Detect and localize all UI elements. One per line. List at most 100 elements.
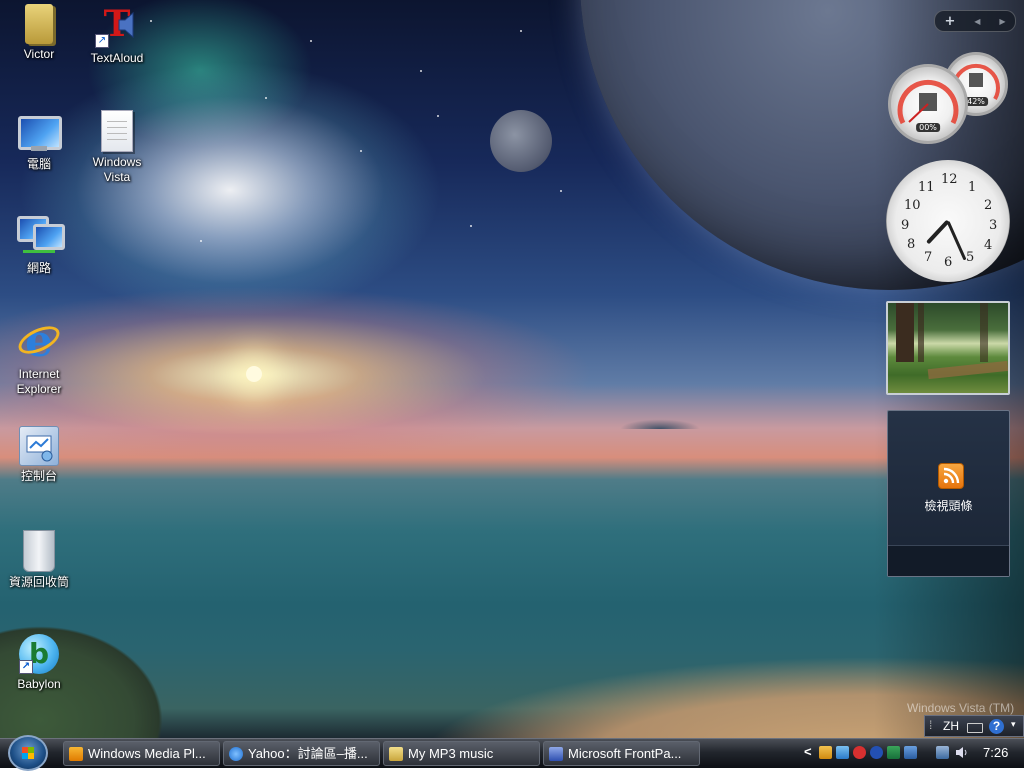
taskbar: Windows Media Pl... Yahoo：討論區–播... My MP… [0,735,1024,771]
clock-number: 3 [989,218,998,233]
desktop-icon-victor[interactable]: Victor [2,4,76,62]
tray-app-icon[interactable] [819,746,832,759]
help-icon[interactable]: ? [989,719,1004,734]
feed-headlines-gadget[interactable]: 檢視頭條 [887,410,1010,577]
desktop-icon-recycle-bin[interactable]: 資源回收筒 [2,530,76,590]
cpu-chip-icon [919,93,937,111]
desktop-icon-label: 資源回收筒 [8,575,69,589]
clock-number: 8 [907,237,916,252]
desktop-icon-label: Victor [23,47,55,61]
memory-chip-icon [969,73,983,87]
textaloud-icon: T ↗ [95,4,139,48]
taskbar-button-my-mp3-music[interactable]: My MP3 music [383,741,540,766]
taskbar-button-yahoo[interactable]: Yahoo：討論區–播... [223,741,380,766]
shortcut-arrow-icon: ↗ [19,660,33,674]
langbar-grip-icon: ⁞ [929,718,933,732]
language-indicator[interactable]: ZH [943,719,959,733]
recycle-bin-icon [23,530,55,572]
clock-number: 2 [984,198,993,213]
cpu-gauge: 00% [888,64,968,144]
babylon-icon: b ↗ [19,634,59,674]
language-bar[interactable]: ⁞ ZH ? ▾ [924,715,1024,737]
frontpage-icon [549,747,563,761]
clock-number: 10 [904,198,921,213]
desktop-icon-label: 網路 [26,261,51,275]
tray-app-icon[interactable] [887,746,900,759]
taskbar-clock[interactable]: 7:26 [983,745,1008,760]
folder-icon [389,747,403,761]
clock-number: 1 [968,180,977,195]
desktop-icon-windows-vista[interactable]: Windows Vista [80,110,154,185]
star [310,40,312,42]
user-folder-icon [25,4,53,44]
tray-app-icon[interactable] [870,746,883,759]
feed-footer [888,545,1009,576]
taskbar-button-label: My MP3 music [408,746,494,761]
rss-feed-icon [938,463,964,489]
star [420,70,422,72]
wallpaper-sun [246,366,262,382]
star [200,240,202,242]
desktop-icon-label: 電腦 [26,157,51,171]
langbar-options-icon[interactable]: ▾ [1011,719,1016,730]
keyboard-icon[interactable] [967,723,983,733]
desktop-icon-label: Windows Vista [92,155,142,184]
taskbar-button-label: Windows Media Pl... [88,746,206,761]
security-alert-icon[interactable] [853,746,866,759]
clock-hour-hand [926,219,950,245]
clock-number: 12 [941,172,958,187]
clock-number: 6 [944,255,953,270]
star [560,190,562,192]
clock-number: 11 [918,180,935,195]
computer-icon [17,110,62,154]
add-gadget-button[interactable]: + [944,14,955,29]
os-watermark: Windows Vista (TM) [907,701,1015,715]
internet-explorer-icon: e [14,320,64,364]
taskbar-button-label: Yahoo：討論區–播... [248,746,368,761]
desktop-icon-computer[interactable]: 電腦 [2,110,76,172]
desktop-icon-label: TextAloud [90,51,144,65]
star [265,97,267,99]
shortcut-arrow-icon: ↗ [95,34,109,48]
clock-number: 7 [924,250,933,265]
slideshow-photo [896,303,914,362]
media-player-icon [69,747,83,761]
taskbar-button-microsoft-frontpage[interactable]: Microsoft FrontPa... [543,741,700,766]
cpu-meter-gadget[interactable]: 42% 00% [886,50,1014,150]
desktop-icon-babylon[interactable]: b ↗ Babylon [2,634,76,692]
clock-gadget[interactable]: 12 1 2 3 4 5 6 7 8 9 10 11 [886,160,1010,282]
volume-icon[interactable] [955,746,968,759]
network-icon [17,214,65,258]
document-icon [101,110,133,152]
taskbar-button-label: Microsoft FrontPa... [568,746,682,761]
desktop-icon-label: 控制台 [20,469,57,483]
internet-explorer-icon [229,747,243,761]
sidebar-controls: + ◀ ▶ [934,10,1016,32]
desktop-icon-textaloud[interactable]: T ↗ TextAloud [80,4,154,66]
desktop-icon-label: Internet Explorer [16,367,62,396]
star [360,150,362,152]
desktop-icon-label: Babylon [17,677,61,691]
tray-app-icon[interactable] [904,746,917,759]
star [470,225,472,227]
view-headlines-link[interactable]: 檢視頭條 [888,497,1009,514]
clock-number: 5 [966,250,975,265]
slideshow-gadget[interactable] [886,301,1010,395]
start-button[interactable] [8,735,48,771]
star [437,115,439,117]
show-hidden-icons-button[interactable]: < [804,744,812,759]
network-status-icon[interactable] [936,746,949,759]
desktop-icon-control-panel[interactable]: 控制台 [2,426,76,484]
desktop-icon-network[interactable]: 網路 [2,214,76,276]
control-panel-icon [19,426,59,466]
notification-area: < 7:26 [798,739,1024,768]
clock-number: 9 [901,218,910,233]
desktop-icon-internet-explorer[interactable]: e Internet Explorer [2,320,76,397]
next-gadget-button[interactable]: ▶ [999,17,1005,26]
tray-app-icon[interactable] [836,746,849,759]
wallpaper-moon [490,110,552,172]
wallpaper-island [610,407,710,429]
cpu-meter-value: 00% [916,123,940,133]
previous-gadget-button[interactable]: ◀ [974,17,980,26]
taskbar-button-windows-media-player[interactable]: Windows Media Pl... [63,741,220,766]
